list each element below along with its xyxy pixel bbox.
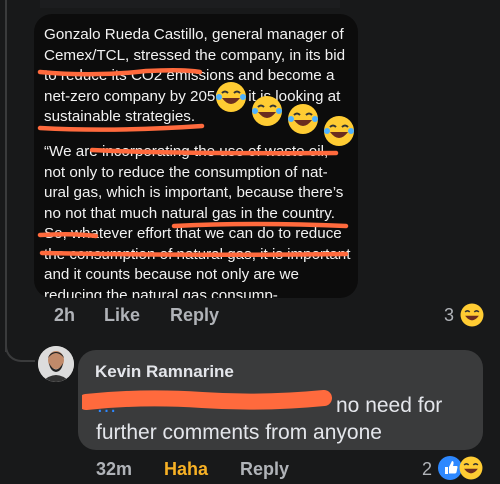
comment-timestamp[interactable]: 32m [96,459,132,480]
laughing-face-icon [324,116,354,146]
reaction-count[interactable]: 2 [422,459,432,480]
thread-line [5,0,7,352]
laughing-face-icon[interactable] [459,302,485,328]
laughing-face-icon [252,96,282,126]
avatar[interactable] [38,346,74,382]
highlight-stroke [37,123,205,132]
reaction-count[interactable]: 3 [444,305,454,326]
like-button[interactable]: Like [104,305,140,326]
comment-bubble: Kevin Ramnarine … no need for further com… [78,350,483,450]
highlight-stroke [37,67,203,77]
attached-photo[interactable]: Gonzalo Rueda Castillo, general manager … [34,14,358,298]
laughing-face-icon [216,82,246,112]
highlight-stroke [37,231,99,239]
laughing-face-icon [288,104,318,134]
avatar-photo [38,346,74,382]
highlight-stroke [89,147,339,156]
laughing-face-icon[interactable] [458,455,484,481]
reply-button[interactable]: Reply [170,305,219,326]
haha-reaction-button[interactable]: Haha [164,459,208,480]
reply-button[interactable]: Reply [240,459,289,480]
previous-comment-edge [40,0,340,8]
highlight-stroke [171,221,349,229]
comment-timestamp[interactable]: 2h [54,305,75,326]
highlight-strokes [37,67,349,258]
comment-author[interactable]: Kevin Ramnarine [95,362,234,382]
highlight-stroke [39,250,349,258]
redaction-scribble [82,390,332,410]
thread-connector [5,330,35,362]
